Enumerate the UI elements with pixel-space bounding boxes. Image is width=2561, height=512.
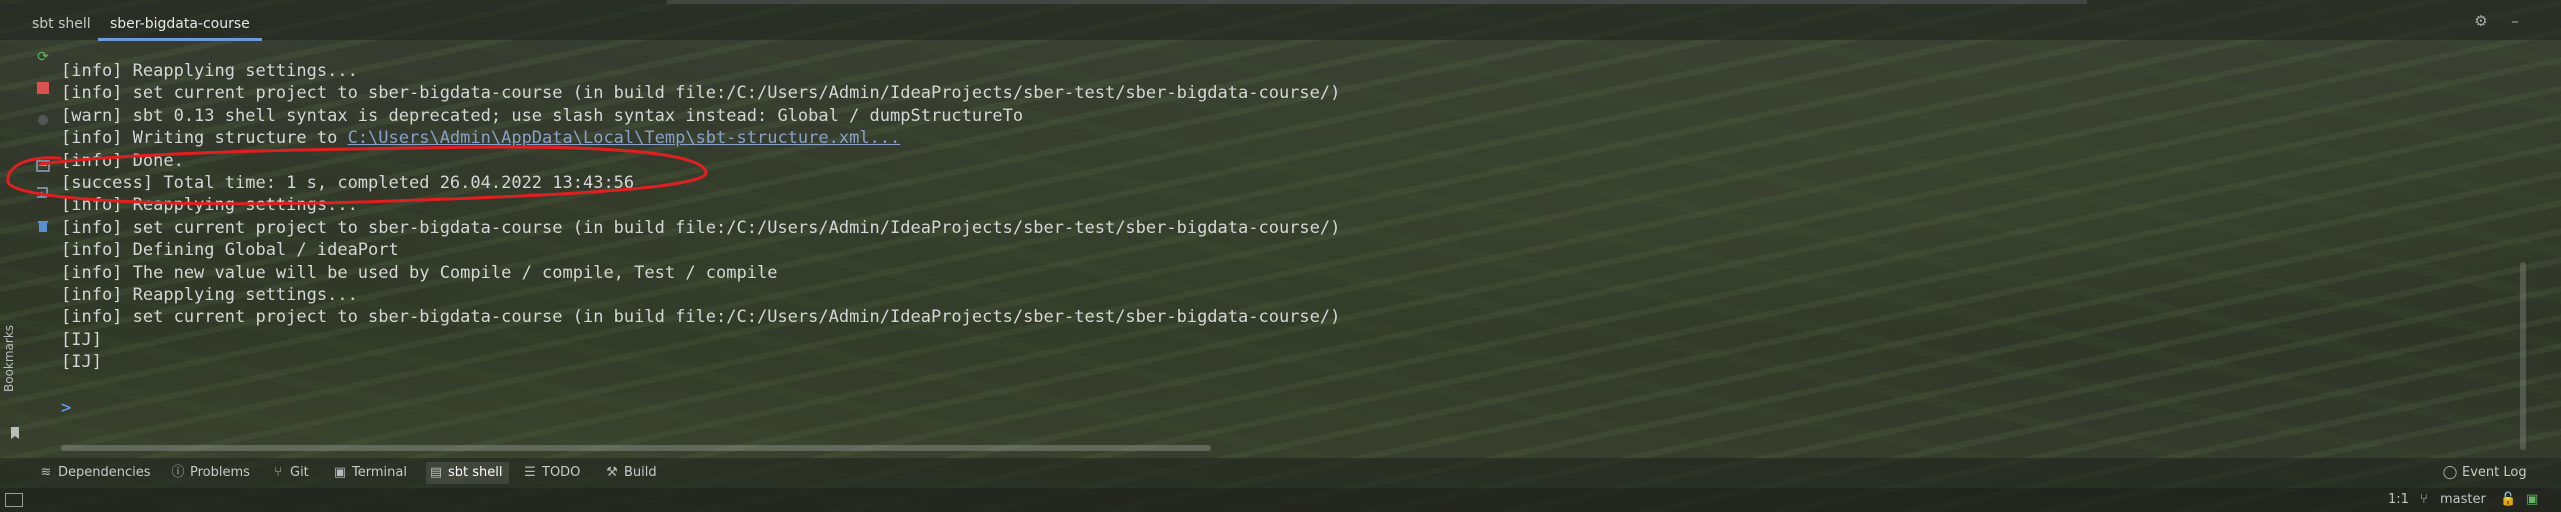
status-icon[interactable]: ▣ <box>2526 491 2538 509</box>
tool-event-log[interactable]: ◯ Event Log <box>2440 462 2533 484</box>
bookmark-icon[interactable] <box>6 426 24 444</box>
lock-icon[interactable]: 🔓 <box>2500 491 2516 509</box>
tool-problems[interactable]: ⓘ Problems <box>168 462 256 484</box>
bubble-icon: ◯ <box>2442 465 2458 480</box>
tool-label: Build <box>624 465 657 480</box>
console-line: [info] Reapplying settings... <box>61 195 358 216</box>
record-icon[interactable] <box>34 112 52 130</box>
tool-label: TODO <box>542 465 581 480</box>
refresh-icon[interactable]: ⟳ <box>34 48 52 66</box>
minimize-icon[interactable]: – <box>2506 12 2524 30</box>
console-line: [success] Total time: 1 s, completed 26.… <box>61 172 635 193</box>
console-line: [info] Done. <box>61 150 184 171</box>
tool-sbt-shell[interactable]: ▤ sbt shell <box>426 462 509 484</box>
branch-icon: ⑂ <box>2420 492 2428 507</box>
wrap-icon[interactable] <box>34 184 52 202</box>
terminal-icon: ▣ <box>333 465 347 480</box>
caret-position[interactable]: 1:1 <box>2388 491 2409 509</box>
console-line: [info] Writing structure to C:\Users\Adm… <box>61 128 901 149</box>
structure-file-link[interactable]: C:\Users\Admin\AppData\Local\Temp\sbt-st… <box>348 128 901 148</box>
tool-label: Event Log <box>2462 465 2527 480</box>
console-toolbar: ⟳ Bookmarks <box>0 40 58 458</box>
tool-dependencies[interactable]: ≋ Dependencies <box>36 462 157 484</box>
layers-icon: ≋ <box>40 465 52 480</box>
todo-icon: ☰ <box>524 465 536 480</box>
sbt-shell-icon: ▤ <box>429 465 443 480</box>
tool-window-bar: ≋ Dependencies ⓘ Problems ⑂ Git ▣ Termin… <box>0 458 2561 488</box>
stop-icon[interactable] <box>34 80 52 98</box>
bookmarks-label: Bookmarks <box>2 324 16 392</box>
console-line: [IJ] <box>61 352 102 373</box>
status-bar: 1:1 ⑂ master 🔓 ▣ <box>0 488 2561 512</box>
gear-icon[interactable]: ⚙ <box>2472 12 2490 30</box>
tool-label: sbt shell <box>448 465 503 480</box>
tool-build[interactable]: ⚒ Build <box>602 462 663 484</box>
console-line: [info] set current project to sber-bigda… <box>61 217 1341 238</box>
tab-sber-bigdata-course[interactable]: sber-bigdata-course <box>98 10 262 41</box>
screenshot-icon[interactable] <box>34 158 52 176</box>
sbt-console-output[interactable]: [info] Reapplying settings... [info] set… <box>61 60 2521 440</box>
console-line: [info] set current project to sber-bigda… <box>61 83 1341 104</box>
tool-label: Terminal <box>352 465 407 480</box>
git-icon: ⑂ <box>274 465 282 480</box>
console-line: [info] Defining Global / ideaPort <box>61 240 399 261</box>
bookmarks-tab[interactable]: Bookmarks <box>2 322 18 392</box>
console-line: [info] set current project to sber-bigda… <box>61 307 1341 328</box>
tool-todo[interactable]: ☰ TODO <box>520 462 586 484</box>
console-line: [info] Reapplying settings... <box>61 284 358 305</box>
hammer-icon: ⚒ <box>606 465 618 480</box>
vertical-scrollbar[interactable] <box>2520 262 2526 450</box>
git-branch[interactable]: master <box>2440 491 2486 509</box>
tab-label: sber-bigdata-course <box>110 16 250 32</box>
info-icon: ⓘ <box>171 465 185 480</box>
tool-label: Problems <box>190 465 250 480</box>
tab-strip: sbt shell sber-bigdata-course ⚙ – <box>0 0 2561 41</box>
tab-sbt-shell[interactable]: sbt shell <box>20 10 103 38</box>
tool-label: Git <box>290 465 309 480</box>
horizontal-scrollbar[interactable] <box>61 445 1211 451</box>
trash-icon[interactable] <box>34 218 52 236</box>
top-accent-bar <box>667 0 2087 4</box>
console-line: [info] Reapplying settings... <box>61 61 358 81</box>
tool-label: Dependencies <box>58 465 151 480</box>
shell-prompt[interactable]: > <box>61 398 71 418</box>
layout-toggle-icon[interactable] <box>5 493 23 507</box>
tab-label: sbt shell <box>32 16 91 32</box>
console-line: [warn] sbt 0.13 shell syntax is deprecat… <box>61 105 1024 126</box>
tool-git[interactable]: ⑂ Git <box>268 462 315 484</box>
console-line: [info] The new value will be used by Com… <box>61 262 778 283</box>
console-line: [IJ] <box>61 329 102 350</box>
tool-terminal[interactable]: ▣ Terminal <box>330 462 413 484</box>
